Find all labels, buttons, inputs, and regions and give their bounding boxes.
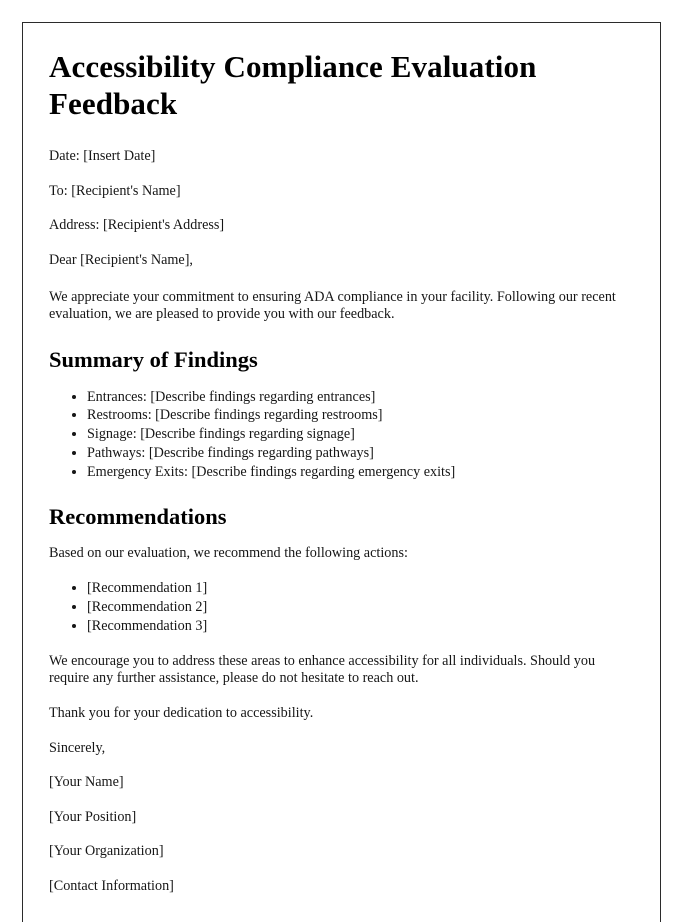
document-body: Accessibility Compliance Evaluation Feed…	[23, 23, 660, 896]
list-item: Signage: [Describe findings regarding si…	[87, 425, 620, 443]
recommendations-lead-in: Based on our evaluation, we recommend th…	[49, 544, 408, 561]
encouragement-paragraph: We encourage you to address these areas …	[49, 652, 596, 687]
signature-contact-information: [Contact Information]	[49, 878, 174, 895]
section-heading-summary-of-findings: Summary of Findings	[49, 346, 258, 372]
intro-paragraph: We appreciate your commitment to ensurin…	[49, 288, 616, 323]
signature-your-position: [Your Position]	[49, 808, 137, 825]
findings-list: Entrances: [Describe findings regarding …	[49, 388, 620, 481]
recipient-address-line: Address: [Recipient's Address]	[49, 217, 225, 234]
document-page: Accessibility Compliance Evaluation Feed…	[22, 22, 661, 922]
signature-your-name: [Your Name]	[49, 774, 124, 791]
recommendations-list: [Recommendation 1] [Recommendation 2] [R…	[49, 579, 620, 635]
section-heading-recommendations: Recommendations	[49, 503, 227, 529]
list-item: [Recommendation 3]	[87, 617, 620, 635]
sign-off-line: Sincerely,	[49, 739, 106, 756]
recipient-name-line: To: [Recipient's Name]	[49, 182, 181, 199]
list-item: Entrances: [Describe findings regarding …	[87, 388, 620, 406]
list-item: Emergency Exits: [Describe findings rega…	[87, 463, 620, 481]
list-item: [Recommendation 2]	[87, 598, 620, 616]
thanks-paragraph: Thank you for your dedication to accessi…	[49, 705, 314, 722]
list-item: Pathways: [Describe findings regarding p…	[87, 444, 620, 462]
page-title: Accessibility Compliance Evaluation Feed…	[49, 49, 537, 121]
signature-your-organization: [Your Organization]	[49, 843, 164, 860]
date-line: Date: [Insert Date]	[49, 148, 156, 165]
list-item: [Recommendation 1]	[87, 579, 620, 597]
salutation-line: Dear [Recipient's Name],	[49, 251, 193, 268]
list-item: Restrooms: [Describe findings regarding …	[87, 406, 620, 424]
